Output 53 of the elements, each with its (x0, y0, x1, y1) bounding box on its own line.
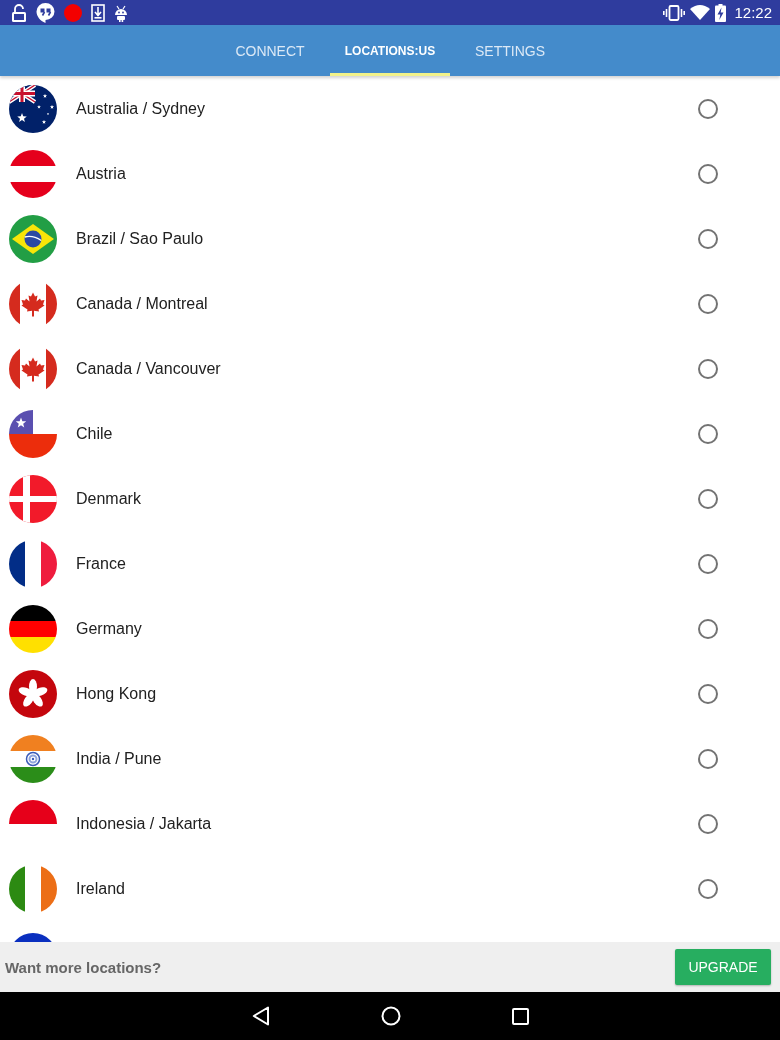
upgrade-button[interactable]: UPGRADE (675, 949, 771, 985)
chilean-flag-icon (9, 409, 57, 458)
location-name: Austria (76, 164, 126, 183)
danish-flag-icon (9, 474, 57, 523)
download-icon (91, 3, 105, 22)
location-name: Denmark (76, 489, 141, 508)
record-icon (64, 3, 82, 22)
tab[interactable]: CONNECT (210, 25, 330, 76)
vibrate-icon (663, 4, 686, 21)
radio-button[interactable] (698, 878, 718, 899)
radio-button[interactable] (698, 98, 718, 119)
location-name: Australia / Sydney (76, 99, 205, 118)
indonesian-flag-icon (9, 799, 57, 824)
radio-button[interactable] (698, 358, 718, 379)
location-name: France (76, 554, 126, 573)
home-icon[interactable] (380, 1006, 401, 1026)
location-name: India / Pune (76, 749, 162, 768)
wifi-icon (690, 5, 711, 20)
radio-button[interactable] (698, 748, 718, 769)
location-name: Canada / Montreal (76, 294, 208, 313)
upgrade-prompt: Want more locations? (5, 958, 162, 976)
radio-button[interactable] (698, 813, 718, 834)
radio-button[interactable] (698, 293, 718, 314)
back-icon[interactable] (251, 1006, 270, 1026)
german-flag-icon (9, 604, 57, 653)
brazilian-flag-icon (9, 214, 57, 263)
unlocked-padlock-icon (11, 3, 27, 22)
french-flag-icon (9, 539, 57, 588)
location-name: Germany (76, 619, 142, 638)
hong-kong-flag-icon (9, 669, 57, 718)
location-name: Hong Kong (76, 684, 157, 703)
location-name: Brazil / Sao Paulo (76, 229, 204, 248)
recent-apps-icon[interactable] (511, 1007, 529, 1025)
location-name: Canada / Vancouver (76, 359, 221, 378)
radio-button[interactable] (698, 228, 718, 249)
battery-charging-icon (715, 3, 727, 22)
indian-flag-icon (9, 734, 57, 783)
location-name: Ireland (76, 879, 125, 898)
radio-button[interactable] (698, 618, 718, 639)
radio-button[interactable] (698, 488, 718, 509)
clock-time: 12:22 (734, 4, 772, 21)
radio-button[interactable] (698, 423, 718, 444)
radio-button[interactable] (698, 163, 718, 184)
location-name: Indonesia / Jakarta (76, 814, 212, 833)
robot-icon (114, 3, 128, 22)
irish-flag-icon (9, 864, 57, 913)
australian-flag-icon (9, 84, 57, 133)
location-name: Chile (76, 424, 113, 443)
radio-button[interactable] (698, 553, 718, 574)
tab[interactable]: LOCATIONS:US (330, 25, 450, 76)
austrian-flag-icon (9, 149, 57, 198)
radio-button[interactable] (698, 683, 718, 704)
tab[interactable]: SETTINGS (450, 25, 570, 76)
